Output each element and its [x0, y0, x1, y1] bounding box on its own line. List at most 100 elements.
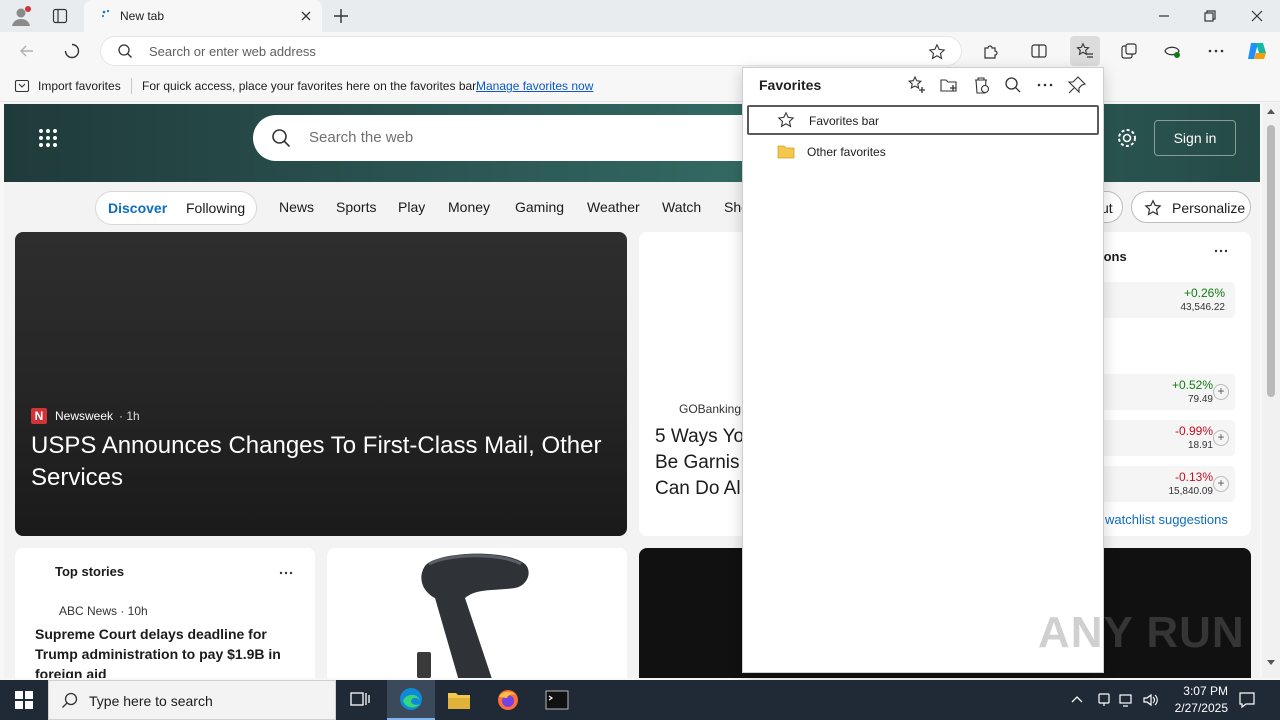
market-quote-row[interactable]: +0.52% 79.49 + — [1100, 374, 1235, 410]
quote-change: -0.13% — [1174, 470, 1213, 484]
network-device-icon[interactable] — [1096, 692, 1112, 708]
search-icon — [271, 128, 291, 148]
collections-icon[interactable] — [1120, 42, 1138, 60]
search-favorites-icon[interactable] — [1003, 75, 1023, 95]
other-favorites-folder[interactable]: Other favorites — [747, 137, 1099, 167]
pin-panel-icon[interactable] — [1067, 75, 1087, 95]
title-bar: New tab — [0, 0, 1280, 32]
more-options-icon[interactable] — [279, 566, 293, 580]
personalize-star-icon — [1144, 199, 1162, 217]
favorites-star-list-icon — [1076, 42, 1094, 60]
manage-favorites-link[interactable]: Manage favorites now — [476, 79, 593, 93]
volume-icon[interactable] — [1142, 692, 1160, 708]
favorites-item-label: Other favorites — [807, 145, 886, 159]
tab-discover[interactable]: Discover — [108, 200, 167, 216]
add-this-page-icon[interactable] — [907, 75, 927, 95]
favorites-bar-message: For quick access, place your favorites h… — [142, 79, 479, 93]
split-screen-icon[interactable] — [1030, 42, 1048, 60]
back-icon[interactable] — [18, 42, 36, 60]
watchlist-suggestions-link[interactable]: watchlist suggestions — [1105, 512, 1228, 527]
nav-gaming[interactable]: Gaming — [515, 199, 564, 215]
nav-play[interactable]: Play — [398, 199, 425, 215]
top-stories-title: Top stories — [55, 564, 125, 579]
nav-sports[interactable]: Sports — [336, 199, 376, 215]
show-hidden-icons-icon[interactable] — [1070, 693, 1084, 707]
tab-title: New tab — [120, 9, 165, 23]
edge-taskbar-icon[interactable] — [387, 680, 435, 720]
market-quote-row[interactable]: -0.13% 15,840.09 + — [1100, 466, 1235, 502]
add-to-watchlist-icon[interactable]: + — [1213, 430, 1229, 446]
notifications-icon[interactable] — [1238, 691, 1256, 709]
newsweek-logo-icon: N — [31, 408, 47, 424]
tab-new-tab[interactable]: New tab — [84, 0, 322, 32]
web-search-box[interactable]: Search the web — [253, 115, 813, 161]
clock-time[interactable]: 3:07 PM — [1183, 684, 1228, 698]
network-icon[interactable] — [1119, 692, 1135, 708]
apps-grid-icon[interactable] — [38, 128, 58, 148]
nav-weather[interactable]: Weather — [587, 199, 640, 215]
tab-actions-icon[interactable] — [52, 8, 68, 24]
settings-gear-icon[interactable] — [1116, 127, 1138, 149]
favorites-bar-folder[interactable]: Favorites bar — [747, 105, 1099, 135]
quote-change: +0.52% — [1171, 378, 1213, 392]
more-options-icon[interactable] — [1214, 244, 1228, 258]
search-icon — [61, 692, 79, 710]
minimize-icon[interactable] — [1156, 8, 1172, 24]
taskbar: Type here to search 3:07 PM 2/27/2025 — [0, 680, 1280, 720]
page-scrollbar[interactable] — [1262, 103, 1280, 678]
personalize-button[interactable]: Personalize — [1131, 191, 1251, 223]
quote-value: 18.91 — [1187, 440, 1213, 451]
new-tab-icon[interactable] — [332, 7, 350, 25]
watermark: ANY RUN — [1038, 608, 1245, 657]
copilot-icon[interactable] — [1245, 39, 1269, 63]
quote-change: -0.99% — [1174, 424, 1213, 438]
market-quote-row[interactable]: +0.26% 43,546.22 — [1100, 282, 1235, 318]
close-window-icon[interactable] — [1249, 8, 1265, 24]
taskbar-search-box[interactable]: Type here to search — [48, 680, 336, 720]
add-favorite-star-icon[interactable] — [928, 43, 946, 61]
tab-following[interactable]: Following — [186, 200, 245, 216]
barcode-scanner-image — [415, 548, 545, 678]
scroll-thumb[interactable] — [1267, 125, 1275, 397]
file-explorer-icon[interactable] — [435, 680, 483, 720]
more-menu-icon[interactable] — [1207, 42, 1225, 60]
task-view-icon[interactable] — [336, 680, 384, 720]
quote-value: 43,546.22 — [1180, 302, 1226, 313]
nav-news[interactable]: News — [279, 199, 314, 215]
story-headline[interactable]: Supreme Court delays deadline for Trump … — [35, 624, 305, 678]
more-options-icon[interactable] — [1035, 75, 1055, 95]
address-bar[interactable]: Search or enter web address — [100, 36, 962, 66]
clock-date[interactable]: 2/27/2025 — [1175, 701, 1228, 715]
product-ad-card[interactable] — [327, 548, 627, 678]
stop-loading-icon[interactable] — [63, 42, 81, 60]
add-to-watchlist-icon[interactable]: + — [1213, 476, 1229, 492]
divider — [131, 78, 132, 94]
nav-money[interactable]: Money — [448, 199, 490, 215]
extensions-icon[interactable] — [982, 42, 1000, 60]
sign-in-button[interactable]: Sign in — [1154, 120, 1236, 156]
story-source: ABC News · 10h — [59, 604, 148, 618]
favorites-button[interactable] — [1070, 36, 1100, 66]
firefox-icon[interactable] — [484, 680, 532, 720]
nav-watch[interactable]: Watch — [662, 199, 701, 215]
import-favorites-button[interactable]: Import favorites — [38, 79, 121, 93]
terminal-icon[interactable] — [533, 680, 581, 720]
personalize-label: Personalize — [1172, 200, 1246, 216]
favorites-panel-title: Favorites — [759, 77, 822, 93]
delete-history-icon[interactable] — [971, 75, 991, 95]
folder-icon — [777, 143, 795, 159]
close-tab-icon[interactable] — [298, 8, 314, 24]
add-to-watchlist-icon[interactable]: + — [1213, 384, 1229, 400]
scroll-up-icon[interactable] — [1267, 109, 1275, 114]
scroll-down-icon[interactable] — [1267, 660, 1275, 665]
market-quote-row[interactable]: -0.99% 18.91 + — [1100, 420, 1235, 456]
add-folder-icon[interactable] — [939, 75, 959, 95]
favorites-item-label: Favorites bar — [809, 114, 880, 128]
restore-icon[interactable] — [1202, 8, 1218, 24]
start-windows-icon[interactable] — [0, 680, 48, 720]
profile-avatar-icon[interactable] — [10, 5, 32, 27]
browser-toolbar: Search or enter web address — [0, 32, 1280, 70]
favorites-panel: Favorites Favorites bar Other favorites — [742, 67, 1104, 673]
browser-essentials-icon[interactable] — [1163, 42, 1181, 60]
main-story-card[interactable]: N Newsweek · 1h USPS Announces Changes T… — [15, 232, 627, 536]
